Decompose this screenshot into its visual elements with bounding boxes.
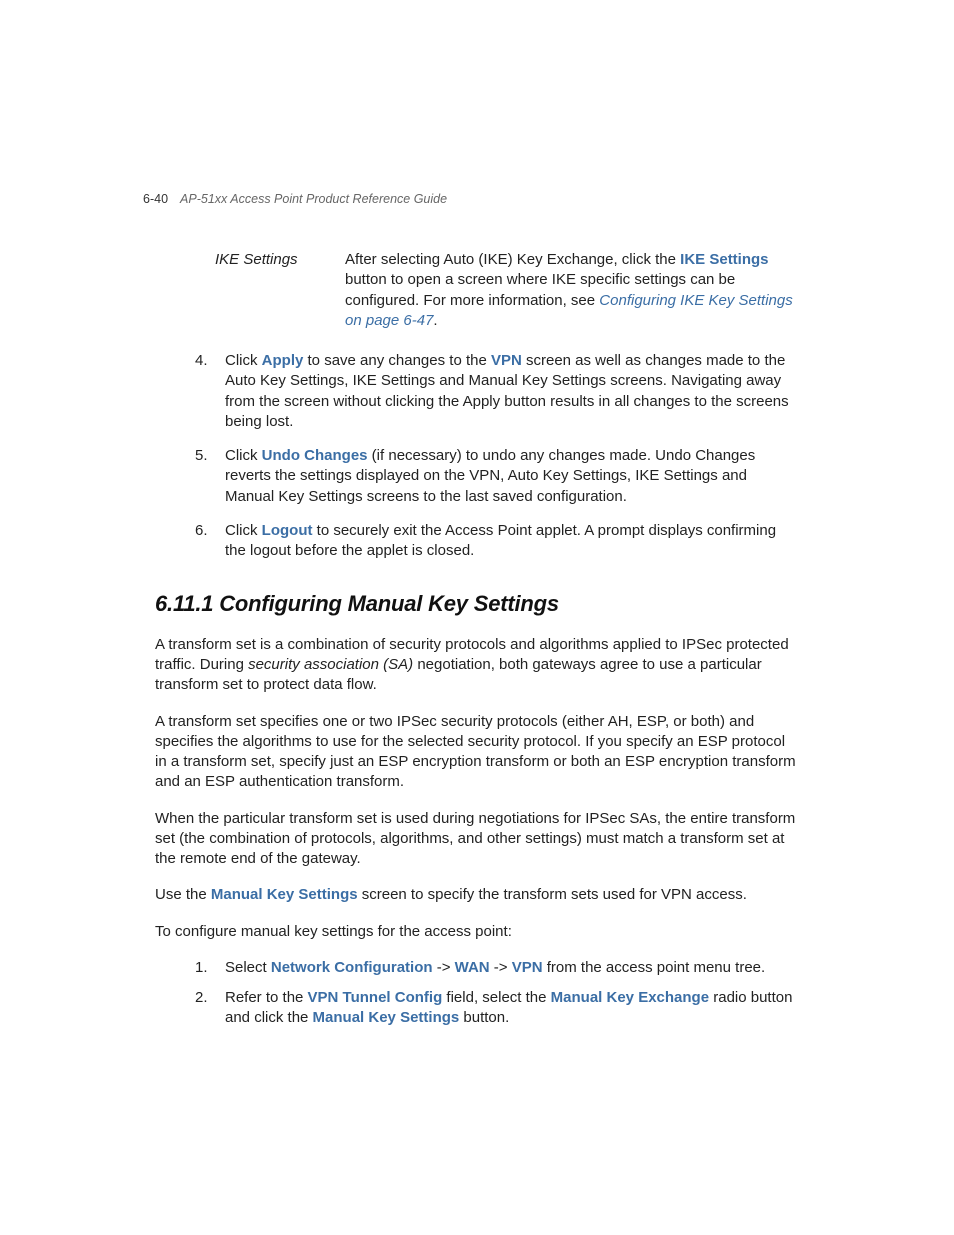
ike-settings-label: IKE Settings	[680, 251, 768, 268]
text: field, select the	[442, 989, 550, 1006]
apply-label: Apply	[262, 352, 304, 369]
substep-1: Select Network Configuration -> WAN -> V…	[195, 958, 799, 978]
page-header: 6-40 AP-51xx Access Point Product Referen…	[143, 192, 447, 206]
paragraph-1: A transform set is a combination of secu…	[155, 635, 799, 696]
undo-changes-label: Undo Changes	[262, 447, 368, 464]
manual-key-settings-button-label: Manual Key Settings	[313, 1009, 460, 1026]
text: button.	[459, 1009, 509, 1026]
vpn-label: VPN	[491, 352, 522, 369]
paragraph-4: Use the Manual Key Settings screen to sp…	[155, 885, 799, 905]
paragraph-5: To configure manual key settings for the…	[155, 922, 799, 942]
text: .	[433, 312, 437, 329]
vpn-label: VPN	[512, 959, 543, 976]
definition-description: After selecting Auto (IKE) Key Exchange,…	[345, 250, 799, 331]
manual-key-settings-label: Manual Key Settings	[211, 886, 358, 903]
text: ->	[490, 959, 512, 976]
sub-steps: Select Network Configuration -> WAN -> V…	[195, 958, 799, 1029]
page-number: 6-40	[143, 192, 168, 206]
definition-row: IKE Settings After selecting Auto (IKE) …	[215, 250, 799, 331]
text: Click	[225, 447, 262, 464]
manual-key-exchange-label: Manual Key Exchange	[551, 989, 709, 1006]
guide-title: AP-51xx Access Point Product Reference G…	[180, 192, 447, 206]
page: 6-40 AP-51xx Access Point Product Referen…	[0, 0, 954, 1235]
paragraph-2: A transform set specifies one or two IPS…	[155, 712, 799, 793]
wan-label: WAN	[455, 959, 490, 976]
paragraph-3: When the particular transform set is use…	[155, 809, 799, 870]
section-heading: 6.11.1 Configuring Manual Key Settings	[155, 589, 799, 619]
text: from the access point menu tree.	[543, 959, 766, 976]
substep-2: Refer to the VPN Tunnel Config field, se…	[195, 988, 799, 1029]
text: ->	[433, 959, 455, 976]
numbered-steps: Click Apply to save any changes to the V…	[195, 351, 799, 561]
text: Click	[225, 522, 262, 539]
step-4: Click Apply to save any changes to the V…	[195, 351, 799, 432]
vpn-tunnel-config-label: VPN Tunnel Config	[308, 989, 443, 1006]
logout-label: Logout	[262, 522, 313, 539]
text: screen to specify the transform sets use…	[358, 886, 747, 903]
sa-term: security association (SA)	[248, 656, 413, 673]
definition-term: IKE Settings	[215, 250, 345, 331]
text: Click	[225, 352, 262, 369]
text: Refer to the	[225, 989, 308, 1006]
network-config-label: Network Configuration	[271, 959, 433, 976]
text: After selecting Auto (IKE) Key Exchange,…	[345, 251, 680, 268]
text: to save any changes to the	[303, 352, 491, 369]
step-6: Click Logout to securely exit the Access…	[195, 521, 799, 562]
step-5: Click Undo Changes (if necessary) to und…	[195, 446, 799, 507]
text: Use the	[155, 886, 211, 903]
content-area: IKE Settings After selecting Auto (IKE) …	[155, 250, 799, 1029]
text: Select	[225, 959, 271, 976]
